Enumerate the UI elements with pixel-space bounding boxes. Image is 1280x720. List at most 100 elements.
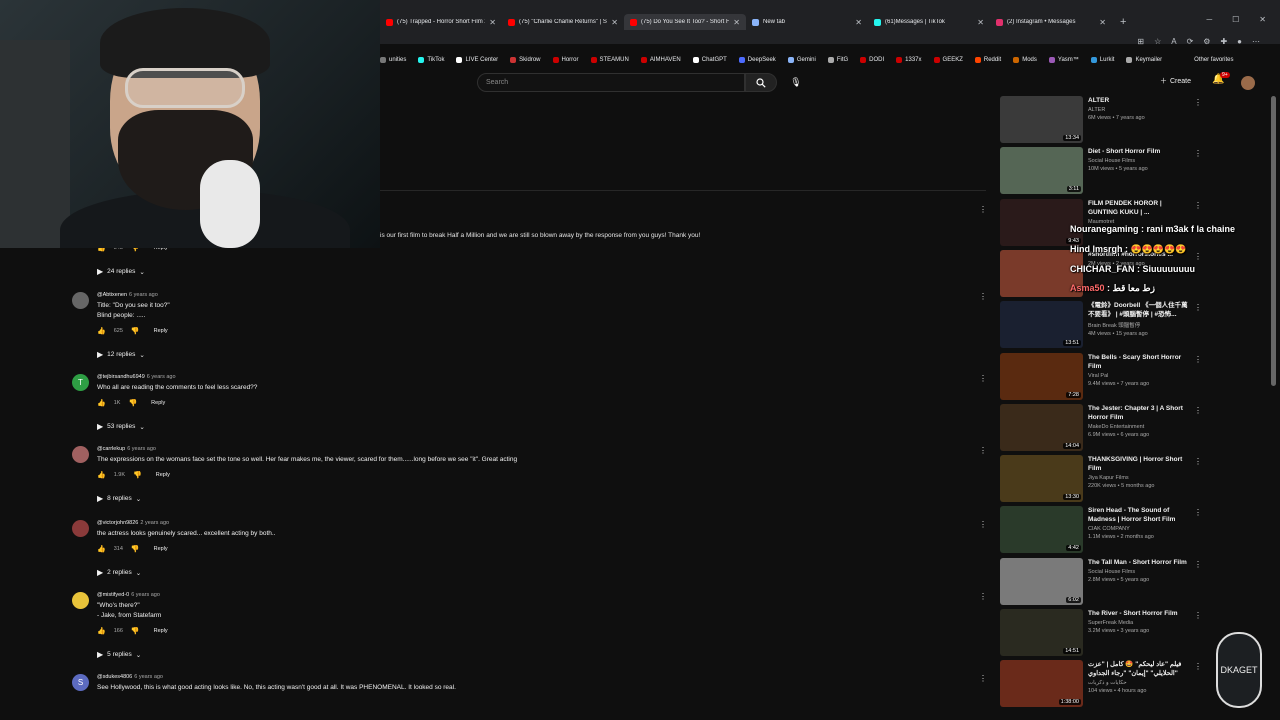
extensions-puzzle-icon[interactable]: ✚ [1220, 37, 1227, 46]
video-title[interactable]: THANKSGIVING | Horror Short Film [1088, 455, 1193, 473]
related-video-item[interactable]: 13:51 《電鈴》Doorbell 《一個人住千萬不要看》 | #頭腦暫停 | … [1000, 301, 1210, 349]
close-tab-icon[interactable]: ✕ [977, 18, 984, 27]
reply-button[interactable]: Reply [154, 328, 168, 334]
reply-button[interactable]: Reply [156, 472, 170, 478]
commenter-handle[interactable]: @mistifyed-0 [97, 592, 129, 598]
video-menu-icon[interactable]: ⋮ [1194, 149, 1202, 158]
browser-tab[interactable]: (75) "Charlie Charlie Returns" | Sh ✕ [502, 14, 624, 30]
search-button[interactable] [745, 73, 777, 92]
bookmark-item[interactable]: FitG [827, 57, 848, 63]
video-channel[interactable]: Viral Pal [1088, 373, 1193, 379]
close-tab-icon[interactable]: ✕ [855, 18, 862, 27]
comment-menu-icon[interactable]: ⋮ [979, 592, 987, 601]
commenter-handle[interactable]: @victorjohn9826 [97, 520, 138, 526]
related-video-item[interactable]: 13:30 THANKSGIVING | Horror Short Film Jiy… [1000, 455, 1210, 503]
other-favorites[interactable]: Other favorites [1194, 57, 1233, 63]
related-video-item[interactable]: 9:43 FILM PENDEK HOROR | GUNTING KUKU | .… [1000, 198, 1210, 246]
like-icon[interactable]: 👍 [97, 399, 106, 407]
dislike-icon[interactable]: 👎 [131, 545, 140, 553]
commenter-avatar[interactable] [72, 446, 89, 463]
video-title[interactable]: The Bells - Scary Short Horror Film [1088, 353, 1193, 371]
view-replies-button[interactable]: ▶ 24 replies ⌄ [97, 267, 145, 276]
comment-menu-icon[interactable]: ⋮ [979, 446, 987, 455]
video-menu-icon[interactable]: ⋮ [1194, 560, 1202, 569]
like-icon[interactable]: 👍 [97, 327, 106, 335]
video-thumbnail[interactable]: 7:28 [1000, 352, 1083, 400]
related-video-item[interactable]: 3:11 Diet - Short Horror Film Social House… [1000, 147, 1210, 195]
video-channel[interactable]: Social House Films [1088, 569, 1193, 575]
video-channel[interactable]: SuperFreak Media [1088, 620, 1193, 626]
maximize-icon[interactable]: ☐ [1232, 15, 1239, 24]
bookmark-item[interactable]: Gemini [787, 57, 816, 63]
commenter-avatar[interactable] [72, 592, 89, 609]
voice-search-icon[interactable]: 🎙 [789, 75, 803, 89]
video-title[interactable]: Diet - Short Horror Film [1088, 147, 1193, 156]
bookmark-item[interactable]: AIMHAVEN [640, 57, 681, 63]
new-tab-icon[interactable]: + [1120, 16, 1126, 28]
bookmark-item[interactable]: STEAMUN [590, 57, 629, 63]
commenter-avatar[interactable]: T [72, 374, 89, 391]
bookmark-item[interactable]: DeepSeek [738, 57, 776, 63]
browser-tab[interactable]: (61)Messages | TikTok ✕ [868, 14, 990, 30]
commenter-handle[interactable]: @carrlekup [97, 446, 125, 452]
video-thumbnail[interactable]: 13:34 [1000, 96, 1083, 143]
commenter-handle[interactable]: @Abtixenen [97, 292, 127, 298]
video-channel[interactable]: Social House Films [1088, 158, 1193, 164]
browser-tab[interactable]: (75) Trapped - Horror Short Film 2 ✕ [380, 14, 502, 30]
video-channel[interactable]: حكايات و ذكريات [1088, 680, 1193, 686]
like-icon[interactable]: 👍 [97, 471, 106, 479]
view-replies-button[interactable]: ▶ 2 replies ⌄ [97, 568, 141, 577]
bookmark-item[interactable]: Yasm™ [1048, 57, 1079, 63]
extension-icon[interactable]: ⊞ [1137, 37, 1144, 46]
video-title[interactable]: The Jester: Chapter 3 | A Short Horror F… [1088, 404, 1193, 422]
related-video-item[interactable]: 4:42 Siren Head - The Sound of Madness | … [1000, 506, 1210, 554]
video-title[interactable]: The River - Short Horror Film [1088, 609, 1193, 618]
video-title[interactable]: FILM PENDEK HOROR | GUNTING KUKU | ... [1088, 199, 1193, 217]
close-window-icon[interactable]: ✕ [1259, 15, 1266, 24]
video-thumbnail[interactable]: 1:38:00 [1000, 660, 1083, 708]
bookmark-item[interactable]: GEEKZ [933, 57, 963, 63]
bookmark-item[interactable]: Keymailer [1126, 57, 1162, 63]
video-thumbnail[interactable]: 9:43 [1000, 198, 1083, 246]
related-video-item[interactable]: 14:04 The Jester: Chapter 3 | A Short Hor… [1000, 403, 1210, 451]
video-channel[interactable]: MakeDo Entertainment [1088, 424, 1193, 430]
account-avatar[interactable] [1241, 76, 1255, 90]
video-channel[interactable]: Brain Break 頭腦暫停 [1088, 321, 1193, 329]
video-menu-icon[interactable]: ⋮ [1194, 457, 1202, 466]
view-replies-button[interactable]: ▶ 8 replies ⌄ [97, 494, 141, 503]
reply-button[interactable]: Reply [151, 400, 165, 406]
video-title[interactable]: ALTER [1088, 96, 1193, 105]
browser-tab[interactable]: (2) Instagram • Messages ✕ [990, 14, 1112, 30]
video-title[interactable]: The Tall Man - Short Horror Film [1088, 558, 1193, 567]
view-replies-button[interactable]: ▶ 5 replies ⌄ [97, 650, 141, 659]
minimize-icon[interactable]: ─ [1206, 15, 1212, 24]
search-input[interactable]: Search [477, 73, 745, 92]
related-video-item[interactable]: 1:38:00 فيلم "عاد ليحكم" 🤩 كامل | "عزت ال… [1000, 660, 1210, 708]
video-title[interactable]: فيلم "عاد ليحكم" 🤩 كامل | "عزت الحلايلي"… [1088, 660, 1193, 678]
browser-tab[interactable]: (75) Do You See It Too? - Short Ho ✕ [624, 14, 746, 30]
related-video-item[interactable]: 7:28 The Bells - Scary Short Horror Film V… [1000, 352, 1210, 400]
bookmark-item[interactable]: ChatGPT [692, 57, 727, 63]
close-tab-icon[interactable]: ✕ [611, 18, 618, 27]
video-title[interactable]: 《電鈴》Doorbell 《一個人住千萬不要看》 | #頭腦暫停 | #恐怖..… [1088, 301, 1193, 319]
reply-button[interactable]: Reply [154, 628, 168, 634]
star-icon[interactable]: ☆ [1154, 37, 1161, 46]
video-thumbnail[interactable]: 14:04 [1000, 403, 1083, 451]
commenter-handle[interactable]: @sdukes4806 [97, 674, 132, 680]
video-menu-icon[interactable]: ⋮ [1194, 98, 1202, 107]
dislike-icon[interactable]: 👎 [131, 327, 140, 335]
related-video-item[interactable]: 13:34 ALTER ALTER 6M views • 7 years ago ⋮ [1000, 96, 1210, 143]
bookmark-item[interactable]: 1337x [896, 57, 922, 63]
profile-icon[interactable]: ● [1237, 37, 1242, 46]
video-menu-icon[interactable]: ⋮ [1194, 303, 1202, 312]
settings-icon[interactable]: ⚙ [1203, 37, 1210, 46]
comment-menu-icon[interactable]: ⋮ [979, 674, 987, 683]
view-replies-button[interactable]: ▶ 12 replies ⌄ [97, 350, 145, 359]
like-icon[interactable]: 👍 [97, 627, 106, 635]
commenter-avatar[interactable] [72, 292, 89, 309]
read-aloud-icon[interactable]: A [1171, 37, 1176, 46]
bookmark-item[interactable]: Reddit [974, 57, 1001, 63]
video-menu-icon[interactable]: ⋮ [1194, 201, 1202, 210]
video-menu-icon[interactable]: ⋮ [1194, 611, 1202, 620]
video-thumbnail[interactable]: 14:51 [1000, 609, 1083, 656]
